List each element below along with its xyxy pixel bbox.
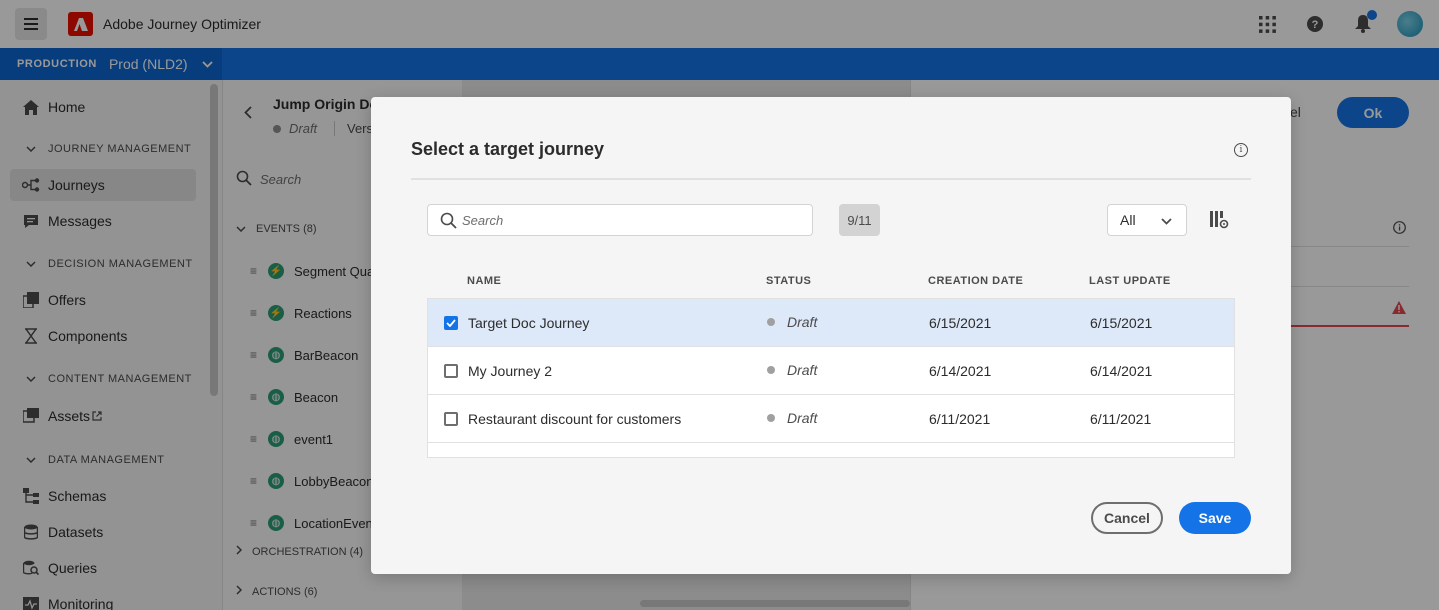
row-status: Draft bbox=[767, 410, 817, 426]
journey-search-input[interactable] bbox=[462, 212, 812, 228]
row-name: Restaurant discount for customers bbox=[468, 411, 682, 427]
row-status-label: Draft bbox=[787, 314, 818, 330]
table-row[interactable]: Restaurant discount for customers Draft … bbox=[428, 395, 1234, 443]
checkbox-icon[interactable] bbox=[444, 364, 458, 378]
row-status: Draft bbox=[767, 314, 817, 330]
info-icon[interactable]: i bbox=[1234, 143, 1248, 157]
row-creation-date: 6/14/2021 bbox=[929, 363, 992, 379]
journey-table: Target Doc Journey Draft 6/15/2021 6/15/… bbox=[427, 298, 1235, 458]
row-creation-date: 6/15/2021 bbox=[929, 315, 992, 331]
row-status-label: Draft bbox=[787, 362, 818, 378]
row-last-update: 6/11/2021 bbox=[1090, 411, 1152, 427]
row-status: Draft bbox=[767, 362, 817, 378]
status-dot bbox=[767, 366, 775, 374]
row-name: Target Doc Journey bbox=[468, 315, 590, 331]
dialog-divider bbox=[411, 178, 1251, 180]
row-last-update: 6/15/2021 bbox=[1090, 315, 1153, 331]
column-header-creation-date[interactable]: CREATION DATE bbox=[928, 275, 1023, 287]
table-row[interactable]: Target Doc Journey Draft 6/15/2021 6/15/… bbox=[428, 299, 1234, 347]
status-dot bbox=[767, 318, 775, 326]
filter-value: All bbox=[1120, 212, 1136, 228]
chevron-down-icon bbox=[1161, 212, 1172, 228]
column-header-last-update[interactable]: LAST UPDATE bbox=[1089, 275, 1171, 287]
row-status-label: Draft bbox=[787, 410, 818, 426]
status-dot bbox=[767, 414, 775, 422]
select-journey-dialog: Select a target journey i 9/11 All NAME … bbox=[371, 97, 1291, 574]
table-row[interactable]: My Journey 2 Draft 6/14/2021 6/14/2021 bbox=[428, 347, 1234, 395]
dialog-title: Select a target journey bbox=[411, 139, 605, 159]
column-header-name[interactable]: NAME bbox=[467, 275, 501, 287]
result-count-badge: 9/11 bbox=[839, 204, 880, 236]
journey-search-field[interactable] bbox=[427, 204, 813, 236]
checkbox-icon[interactable] bbox=[444, 412, 458, 426]
table-header: NAME STATUS CREATION DATE LAST UPDATE bbox=[427, 275, 1235, 295]
status-filter-select[interactable]: All bbox=[1107, 204, 1187, 236]
row-creation-date: 6/11/2021 bbox=[929, 411, 991, 427]
column-header-status[interactable]: STATUS bbox=[766, 275, 811, 287]
search-icon bbox=[440, 212, 457, 232]
row-name: My Journey 2 bbox=[468, 363, 553, 379]
checkbox-icon[interactable] bbox=[444, 316, 458, 330]
row-last-update: 6/14/2021 bbox=[1090, 363, 1153, 379]
cancel-button[interactable]: Cancel bbox=[1091, 502, 1163, 534]
column-settings-icon[interactable] bbox=[1209, 210, 1229, 230]
save-button[interactable]: Save bbox=[1179, 502, 1251, 534]
